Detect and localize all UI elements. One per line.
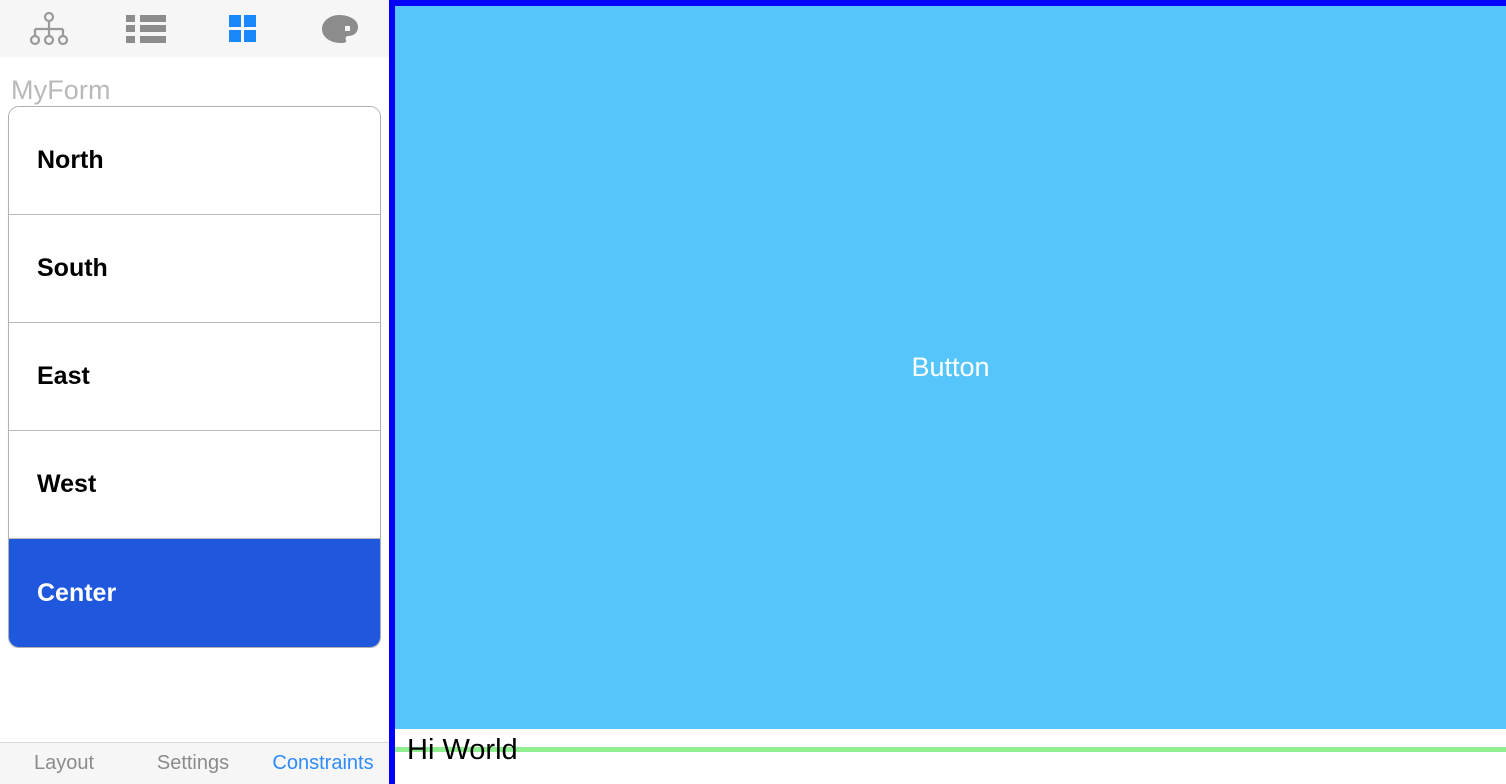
canvas-button-label: Button [911,352,990,382]
list-item[interactable]: East [9,323,380,431]
left-panel: MyForm North South East West Center Layo… [0,0,389,784]
tab-constraints[interactable]: Constraints [258,752,388,775]
component-list: North South East West Center [8,106,381,648]
sidebar-empty-area [0,648,389,742]
toolbar-button-hierarchy[interactable] [0,0,97,57]
page-title: MyForm [11,75,111,105]
toolbar [0,0,389,57]
list-icon [125,14,166,43]
list-item[interactable]: North [9,107,380,215]
app-root: MyForm North South East West Center Layo… [0,0,1506,784]
design-canvas[interactable]: Button Hi World [389,0,1506,784]
grid-icon [229,15,256,42]
footer-tab-bar: Layout Settings Constraints [0,742,389,784]
list-card-wrapper: North South East West Center [0,106,389,648]
list-item[interactable]: South [9,215,380,323]
tab-settings[interactable]: Settings [128,752,258,775]
toolbar-button-list[interactable] [97,0,194,57]
toolbar-button-grid[interactable] [194,0,291,57]
list-item[interactable]: West [9,431,380,539]
alignment-guide [395,747,1506,752]
tab-layout[interactable]: Layout [0,752,128,775]
toolbar-button-palette[interactable] [291,0,388,57]
canvas-label: Hi World [407,734,518,766]
canvas-button[interactable]: Button [395,6,1506,729]
palette-icon [321,14,359,44]
tree-icon [29,11,69,46]
list-item-selected[interactable]: Center [9,539,380,647]
